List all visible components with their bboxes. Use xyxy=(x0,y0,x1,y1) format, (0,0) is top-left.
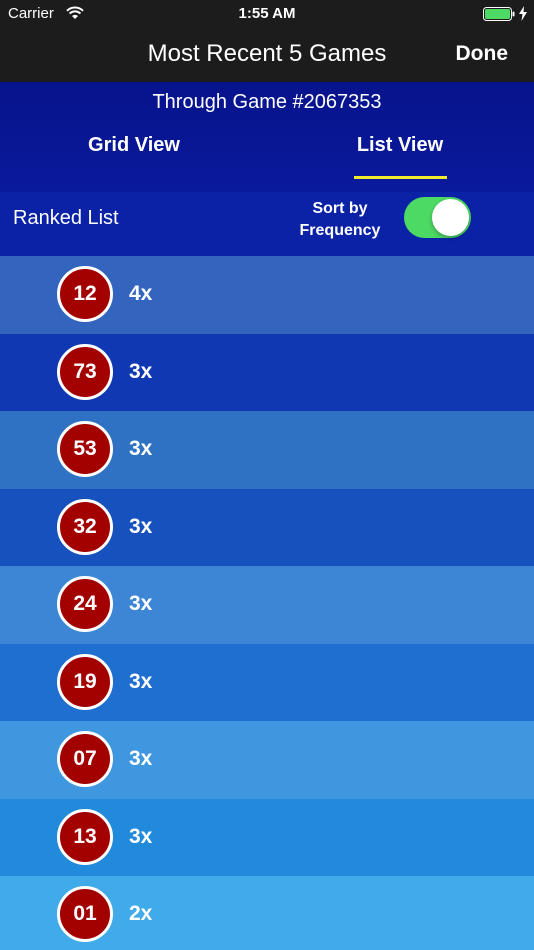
list-item: 19 3x xyxy=(0,643,534,721)
sort-toggle-label-line1: Sort by xyxy=(312,200,368,217)
number-list: 12 4x 73 3x 53 3x 32 3x 24 3x 19 3x 07 3x 13 3x 01 2x xyxy=(0,256,534,950)
number-ball: 07 xyxy=(57,731,113,787)
number-ball: 01 xyxy=(57,886,113,942)
list-item: 53 3x xyxy=(0,411,534,489)
number-ball: 32 xyxy=(57,498,113,555)
sort-toggle-label-line2: Frequency xyxy=(299,222,381,239)
selected-tab-indicator xyxy=(354,176,447,179)
list-item: 01 2x xyxy=(0,876,534,950)
number-ball: 53 xyxy=(57,421,113,477)
ranked-list-label: Ranked List xyxy=(13,207,119,229)
game-subtitle: Through Game #2067353 xyxy=(152,91,382,113)
navigation-bar: Most Recent 5 Games Done xyxy=(0,28,534,82)
number-ball: 73 xyxy=(57,343,113,400)
sort-by-frequency-toggle[interactable] xyxy=(404,197,471,238)
tab-grid-view[interactable]: Grid View xyxy=(34,134,234,157)
done-button[interactable]: Done xyxy=(456,42,509,66)
tab-list-view[interactable]: List View xyxy=(300,134,500,157)
list-item: 32 3x xyxy=(0,488,534,566)
number-ball: 12 xyxy=(57,266,113,322)
charging-bolt-icon xyxy=(519,6,527,21)
status-time: 1:55 AM xyxy=(238,5,296,22)
status-bar: Carrier 1:55 AM xyxy=(0,0,534,28)
list-item: 73 3x xyxy=(0,333,534,411)
header-panel: Through Game #2067353 Grid View List Vie… xyxy=(0,82,534,192)
sort-bar: Ranked List Sort by Frequency xyxy=(0,192,534,256)
number-ball: 13 xyxy=(57,808,113,865)
frequency-count: 3x xyxy=(129,514,153,538)
toggle-knob xyxy=(432,199,469,236)
frequency-count: 3x xyxy=(129,747,153,770)
list-item: 24 3x xyxy=(0,566,534,644)
frequency-count: 3x xyxy=(129,824,153,848)
number-ball: 19 xyxy=(57,653,113,710)
page-title: Most Recent 5 Games xyxy=(147,40,387,67)
list-item: 13 3x xyxy=(0,798,534,876)
number-ball: 24 xyxy=(57,576,113,632)
list-item: 07 3x xyxy=(0,721,534,799)
frequency-count: 3x xyxy=(129,669,153,693)
frequency-count: 3x xyxy=(129,592,153,615)
list-item: 12 4x xyxy=(0,256,534,334)
battery-icon xyxy=(483,7,515,21)
frequency-count: 4x xyxy=(129,282,153,305)
frequency-count: 2x xyxy=(129,902,153,925)
sort-toggle-label: Sort by Frequency xyxy=(286,198,394,242)
frequency-count: 3x xyxy=(129,437,153,460)
frequency-count: 3x xyxy=(129,359,153,383)
